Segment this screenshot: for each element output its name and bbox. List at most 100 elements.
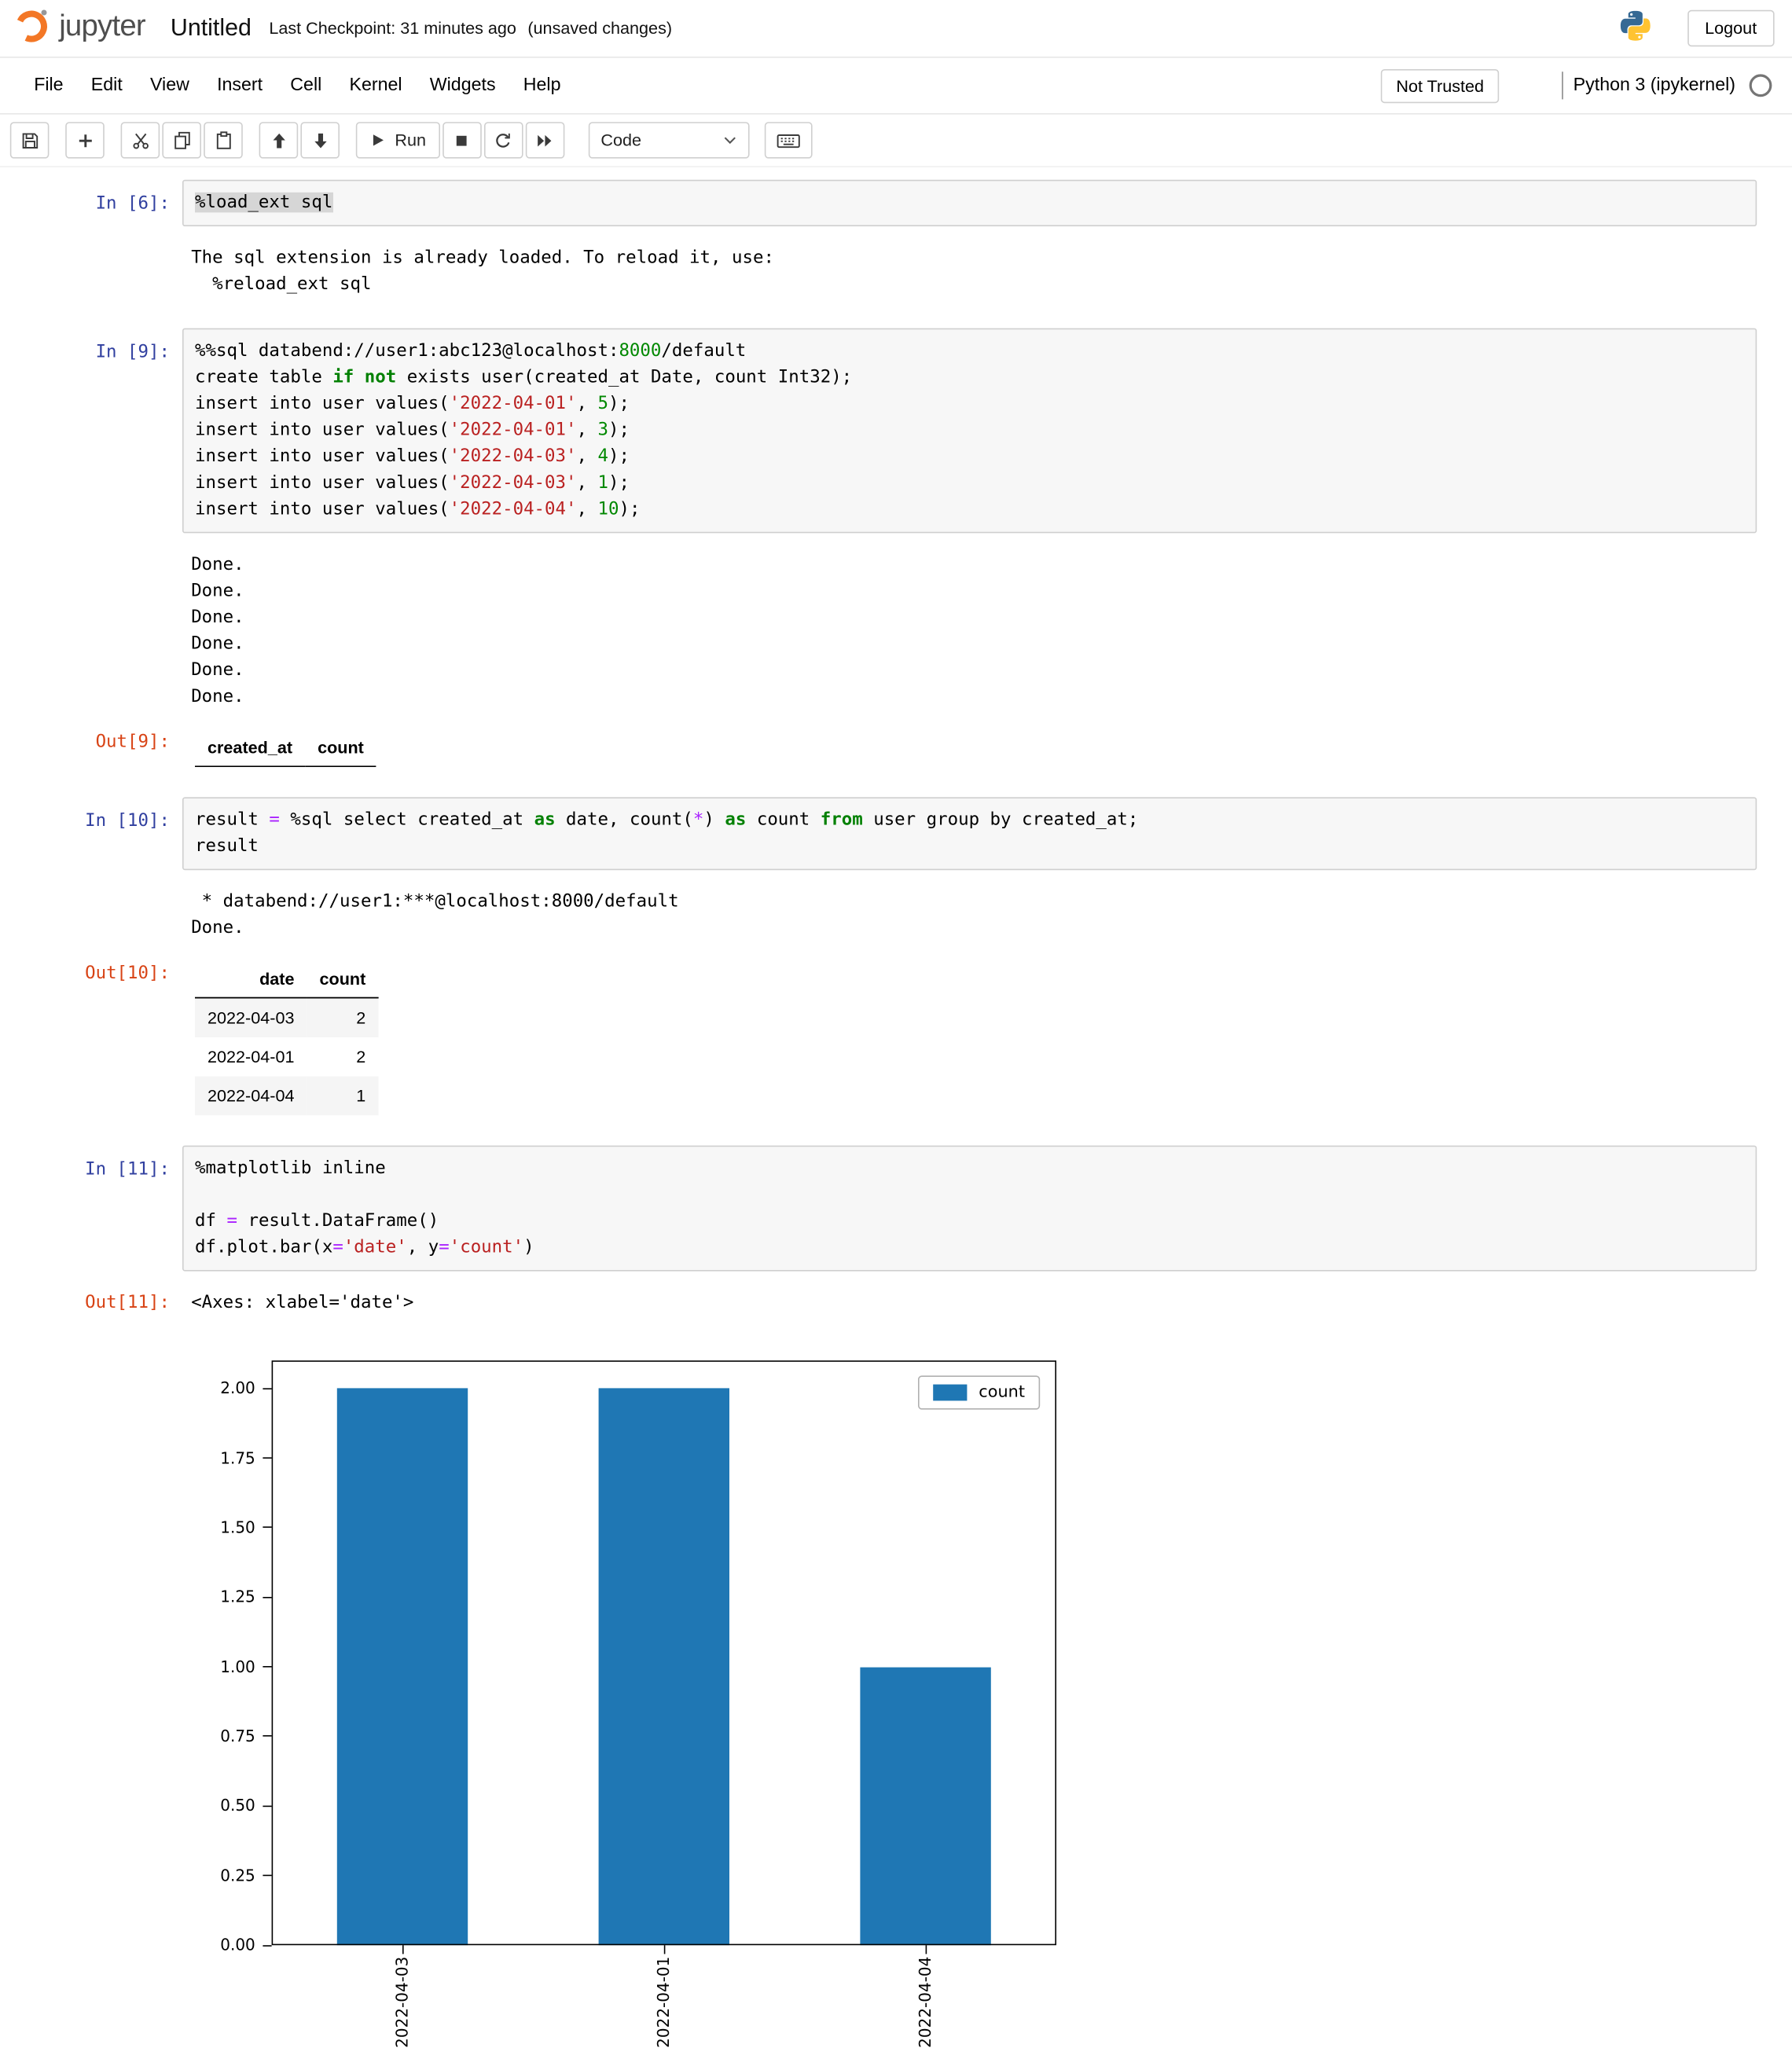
- x-tick-mark: [663, 1945, 665, 1954]
- arrow-up-icon: [269, 130, 289, 151]
- code-line: %%sql databend://user1:abc123@localhost:…: [195, 338, 1744, 365]
- code-input[interactable]: result = %sql select created_at as date,…: [182, 797, 1757, 870]
- cell-input-area: In [6]:%load_ext sql: [69, 180, 1757, 226]
- restart-run-all-button[interactable]: [525, 122, 564, 158]
- not-trusted-button[interactable]: Not Trusted: [1381, 68, 1499, 102]
- y-tick-label: 0.25: [182, 1866, 255, 1886]
- dataframe-table: created_atcount: [195, 729, 376, 767]
- paste-cell-button[interactable]: [204, 122, 243, 158]
- output-prompt: Out[9]:: [69, 729, 182, 756]
- y-tick-mark: [263, 1805, 271, 1807]
- logout-button[interactable]: Logout: [1687, 10, 1775, 46]
- command-palette-button[interactable]: [764, 122, 812, 158]
- table-cell: 2022-04-01: [195, 1037, 307, 1077]
- run-button[interactable]: Run: [356, 122, 440, 158]
- y-tick-label: 0.75: [182, 1727, 255, 1747]
- cut-cell-button[interactable]: [121, 122, 160, 158]
- code-line: insert into user values('2022-04-03', 4)…: [195, 444, 1744, 471]
- x-tick-mark: [402, 1945, 403, 1954]
- code-input[interactable]: %%sql databend://user1:abc123@localhost:…: [182, 328, 1757, 534]
- y-tick-mark: [263, 1875, 271, 1877]
- x-tick-label: 2022-04-03: [392, 1957, 411, 2070]
- copy-icon: [171, 130, 192, 151]
- run-label: Run: [395, 130, 426, 149]
- y-tick-label: 1.25: [182, 1587, 255, 1608]
- code-line: %load_ext sql: [195, 190, 1744, 217]
- y-tick-label: 1.75: [182, 1448, 255, 1468]
- code-line: df = result.DataFrame(): [195, 1209, 1744, 1235]
- menu-file[interactable]: File: [20, 75, 78, 96]
- menubar: File Edit View Insert Cell Kernel Widget…: [0, 57, 1792, 115]
- save-button[interactable]: [10, 122, 50, 158]
- chevron-down-icon: [723, 130, 737, 149]
- menu-cell[interactable]: Cell: [277, 75, 336, 96]
- fast-forward-icon: [534, 130, 555, 151]
- unsaved-changes-status: (unsaved changes): [527, 19, 672, 38]
- chart-axes: [272, 1360, 1056, 1945]
- table-header-row: datecount: [195, 960, 378, 997]
- restart-kernel-button[interactable]: [484, 122, 523, 158]
- interrupt-kernel-button[interactable]: [442, 122, 482, 158]
- paste-icon: [213, 130, 233, 151]
- code-line: insert into user values('2022-04-04', 10…: [195, 497, 1744, 523]
- menu-insert[interactable]: Insert: [203, 75, 276, 96]
- dataframe-output: created_atcount: [195, 729, 376, 767]
- cell-output-area: 0.000.250.500.751.001.251.501.752.002022…: [69, 1335, 1757, 1985]
- cell-input-area: In [11]:%matplotlib inline df = result.D…: [69, 1146, 1757, 1272]
- cell-type-value: Code: [600, 130, 641, 149]
- cell-output-area: The sql extension is already loaded. To …: [69, 245, 1757, 298]
- code-cell: In [11]:%matplotlib inline df = result.D…: [69, 1146, 1757, 1986]
- cell-output-area: Out[11]:<Axes: xlabel='date'>: [69, 1290, 1757, 1317]
- y-tick-mark: [263, 1527, 271, 1529]
- output-text: The sql extension is already loaded. To …: [182, 245, 774, 298]
- output-prompt: Out[10]:: [69, 960, 182, 987]
- code-cell: In [9]:%%sql databend://user1:abc123@loc…: [69, 328, 1757, 767]
- copy-cell-button[interactable]: [162, 122, 201, 158]
- code-input[interactable]: %matplotlib inline df = result.DataFrame…: [182, 1146, 1757, 1272]
- output-text: Done. Done. Done. Done. Done. Done.: [182, 552, 244, 710]
- play-icon: [369, 132, 386, 149]
- code-line: result = %sql select created_at as date,…: [195, 807, 1744, 834]
- python-logo-icon: [1618, 8, 1652, 48]
- output-prompt: Out[11]:: [69, 1290, 182, 1317]
- legend-label: count: [979, 1383, 1025, 1402]
- code-cell: In [10]: result = %sql select created_at …: [69, 797, 1757, 1115]
- cell-type-select[interactable]: Code: [588, 122, 749, 158]
- bar-chart-figure: 0.000.250.500.751.001.251.501.752.002022…: [182, 1350, 1063, 1985]
- cell-output-area: Out[10]: datecount2022-04-0322022-04-0122…: [69, 960, 1757, 1115]
- save-icon: [20, 130, 40, 151]
- table-row: 2022-04-012: [195, 1037, 378, 1077]
- stop-icon: [452, 130, 472, 151]
- menu-widgets[interactable]: Widgets: [416, 75, 509, 96]
- input-prompt: In [10]:: [69, 797, 182, 835]
- jupyter-logo[interactable]: jupyter: [13, 6, 145, 50]
- add-cell-button[interactable]: [65, 122, 105, 158]
- menu-kernel[interactable]: Kernel: [336, 75, 416, 96]
- x-tick-label: 2022-04-01: [654, 1957, 673, 2070]
- table-row: 2022-04-032: [195, 998, 378, 1037]
- table-column-header: date: [195, 960, 307, 997]
- code-input[interactable]: %load_ext sql: [182, 180, 1757, 226]
- y-tick-label: 1.50: [182, 1518, 255, 1538]
- page: jupyter Untitled Last Checkpoint: 31 min…: [0, 0, 1792, 1985]
- legend-swatch: [934, 1385, 968, 1401]
- arrow-down-icon: [310, 130, 330, 151]
- keyboard-icon: [776, 130, 801, 151]
- y-tick-label: 0.50: [182, 1796, 255, 1816]
- move-cell-up-button[interactable]: [259, 122, 299, 158]
- menu-view[interactable]: View: [136, 75, 203, 96]
- y-tick-mark: [263, 1388, 271, 1389]
- code-line: create table if not exists user(created_…: [195, 365, 1744, 391]
- checkpoint-status: Last Checkpoint: 31 minutes ago: [269, 19, 516, 38]
- table-cell: 1: [307, 1077, 379, 1116]
- menu-edit[interactable]: Edit: [77, 75, 136, 96]
- cell-output-area: Out[9]: created_atcount: [69, 729, 1757, 767]
- table-column-header: count: [307, 960, 379, 997]
- x-tick-label: 2022-04-04: [916, 1957, 935, 2070]
- scissors-icon: [130, 130, 151, 151]
- table-cell: 2022-04-04: [195, 1077, 307, 1116]
- menu-help[interactable]: Help: [509, 75, 575, 96]
- move-cell-down-button[interactable]: [300, 122, 340, 158]
- cell-output-area: * databend://user1:***@localhost:8000/de…: [69, 889, 1757, 941]
- notebook-title[interactable]: Untitled: [171, 14, 252, 42]
